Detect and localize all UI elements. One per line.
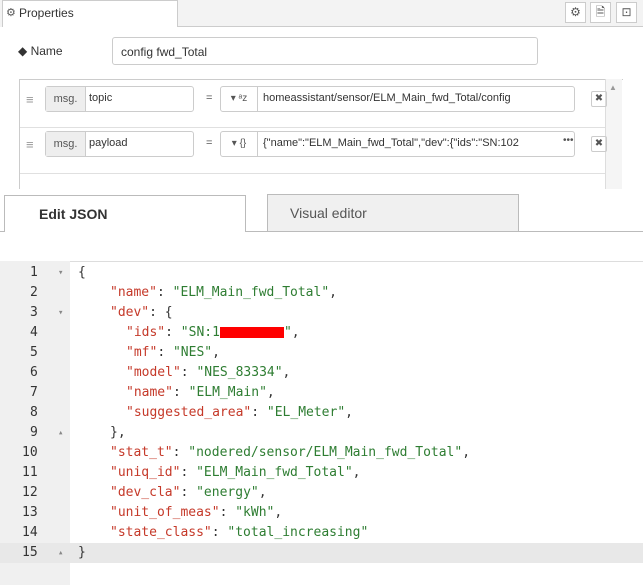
msg-prefix: msg. <box>46 132 86 156</box>
appearance-layout-button[interactable]: ⊡ <box>616 2 637 23</box>
code-text: } <box>78 545 86 560</box>
string-type-icon: ᵃz <box>238 93 248 104</box>
name-label: ◆ Name <box>18 44 63 58</box>
type-select-button[interactable]: ▾ ᵃz <box>221 87 258 111</box>
fold-toggle-icon[interactable]: ▾ <box>58 303 63 323</box>
rule-divider <box>20 173 605 174</box>
code-line[interactable]: 1 ▾{ <box>0 263 643 283</box>
tag-icon: ◆ <box>18 44 28 58</box>
code-text: "state_class": "total_increasing" <box>110 525 369 540</box>
expand-editor-button[interactable]: ••• <box>563 135 574 146</box>
description-doc-button[interactable]: 🗎 <box>590 2 611 23</box>
equals-sign: = <box>206 137 213 149</box>
tab-visual-editor[interactable]: Visual editor <box>267 194 519 231</box>
line-number: 14 <box>22 525 38 540</box>
code-text: }, <box>110 425 126 440</box>
code-line[interactable]: 4 "ids": "SN:1 ", <box>0 323 643 343</box>
fold-toggle-icon[interactable]: ▴ <box>58 423 63 443</box>
code-text: "model": "NES_83334", <box>126 365 291 380</box>
code-text: "suggested_area": "EL_Meter", <box>126 405 353 420</box>
scroll-up-icon[interactable]: ▲ <box>609 83 617 92</box>
tab-divider <box>178 26 643 27</box>
line-number: 2 <box>30 285 38 300</box>
redaction-bar <box>219 327 284 338</box>
code-line[interactable]: 9 ▴}, <box>0 423 643 443</box>
line-number: 4 <box>30 325 38 340</box>
code-line[interactable]: 3 ▾ "dev": { <box>0 303 643 323</box>
settings-gear-button[interactable]: ⚙ <box>565 2 586 23</box>
rule-row-topic: ≡ msg. topic = ▾ ᵃz homeassistant/sensor… <box>20 86 607 126</box>
json-type-icon: {} <box>239 138 247 149</box>
code-line[interactable]: 8 "suggested_area": "EL_Meter", <box>0 403 643 423</box>
line-number: 8 <box>30 405 38 420</box>
line-number: 10 <box>22 445 38 460</box>
code-line[interactable]: 2 "name": "ELM_Main_fwd_Total", <box>0 283 643 303</box>
code-text: "ids": "SN:1 ", <box>126 325 300 340</box>
code-text: "mf": "NES", <box>126 345 220 360</box>
value-text: homeassistant/sensor/ELM_Main_fwd_Total/… <box>263 92 511 104</box>
fold-toggle-icon[interactable]: ▾ <box>58 263 63 283</box>
line-number: 12 <box>22 485 38 500</box>
code-line[interactable]: 7 "name": "ELM_Main", <box>0 383 643 403</box>
tab-edit-json-label: Edit JSON <box>39 206 108 222</box>
line-number: 11 <box>22 465 38 480</box>
code-line[interactable]: 6 "model": "NES_83334", <box>0 363 643 383</box>
equals-sign: = <box>206 92 213 104</box>
name-input[interactable]: config fwd_Total <box>112 37 538 65</box>
line-number: 15 <box>22 545 38 560</box>
property-name: payload <box>89 137 128 149</box>
rule-divider <box>20 127 605 128</box>
rules-scrollbar[interactable]: ▲ <box>605 79 622 189</box>
property-field[interactable]: msg. payload <box>45 131 194 157</box>
fold-toggle-icon[interactable]: ▴ <box>58 543 63 563</box>
type-select-button[interactable]: ▾ {} <box>221 132 258 156</box>
value-field[interactable]: ▾ ᵃz homeassistant/sensor/ELM_Main_fwd_T… <box>220 86 575 112</box>
code-text: "name": "ELM_Main", <box>126 385 275 400</box>
code-text: "dev": { <box>110 305 173 320</box>
code-text: { <box>78 265 86 280</box>
line-number: 6 <box>30 365 38 380</box>
line-number: 13 <box>22 505 38 520</box>
rule-row-payload: ≡ msg. payload = ▾ {} {"name":"ELM_Main_… <box>20 131 607 171</box>
gear-icon: ⚙ <box>6 7 16 19</box>
code-text: "stat_t": "nodered/sensor/ELM_Main_fwd_T… <box>110 445 471 460</box>
tab-properties[interactable]: ⚙ Properties <box>2 0 178 27</box>
msg-prefix: msg. <box>46 87 86 111</box>
delete-rule-button[interactable]: ✖ <box>591 136 607 152</box>
code-line[interactable]: 5 "mf": "NES", <box>0 343 643 363</box>
code-line[interactable]: 12 "dev_cla": "energy", <box>0 483 643 503</box>
code-line[interactable]: 10 "stat_t": "nodered/sensor/ELM_Main_fwd… <box>0 443 643 463</box>
property-field[interactable]: msg. topic <box>45 86 194 112</box>
code-line[interactable]: 11 "uniq_id": "ELM_Main_fwd_Total", <box>0 463 643 483</box>
code-line[interactable]: 14 "state_class": "total_increasing" <box>0 523 643 543</box>
delete-rule-button[interactable]: ✖ <box>591 91 607 107</box>
code-text: "uniq_id": "ELM_Main_fwd_Total", <box>110 465 361 480</box>
name-label-text: Name <box>30 44 63 58</box>
property-name: topic <box>89 92 113 104</box>
value-field[interactable]: ▾ {} {"name":"ELM_Main_fwd_Total","dev":… <box>220 131 575 157</box>
line-number: 5 <box>30 345 38 360</box>
value-text: {"name":"ELM_Main_fwd_Total","dev":{"ids… <box>263 137 519 149</box>
tab-edit-json[interactable]: Edit JSON <box>4 195 246 232</box>
code-line[interactable]: 15 ▴} <box>0 543 643 563</box>
drag-handle-icon[interactable]: ≡ <box>26 137 34 152</box>
tab-properties-label: Properties <box>19 6 74 20</box>
drag-handle-icon[interactable]: ≡ <box>26 92 34 107</box>
line-number: 7 <box>30 385 38 400</box>
code-text: "dev_cla": "energy", <box>110 485 267 500</box>
code-line[interactable]: 13 "unit_of_meas": "kWh", <box>0 503 643 523</box>
code-text: "name": "ELM_Main_fwd_Total", <box>110 285 337 300</box>
code-text: "unit_of_meas": "kWh", <box>110 505 283 520</box>
tab-visual-editor-label: Visual editor <box>290 205 367 221</box>
